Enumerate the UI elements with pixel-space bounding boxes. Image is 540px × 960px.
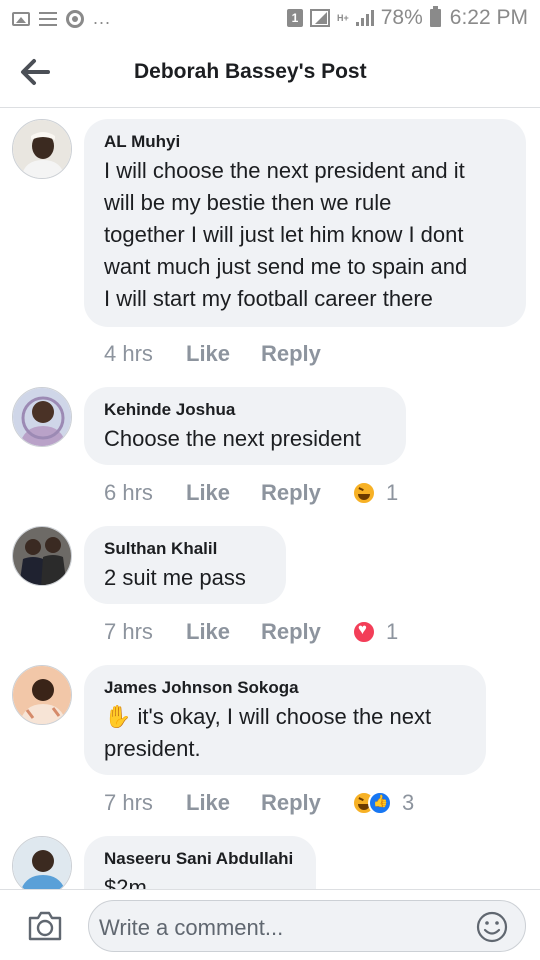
comment-meta: 4 hrs Like Reply	[104, 339, 352, 369]
avatar[interactable]	[12, 387, 72, 447]
wifi-signal-icon	[309, 9, 330, 27]
raised-hand-emoji: ✋	[104, 704, 132, 729]
battery-percentage: 78%	[380, 6, 423, 29]
comment-line: ✋ it's okay, I will choose the next	[104, 704, 432, 729]
comment-timestamp: 7 hrs	[104, 790, 153, 815]
like-button[interactable]: Like	[186, 790, 261, 816]
comment-timestamp: 6 hrs	[104, 480, 153, 505]
clock: 6:22 PM	[449, 6, 528, 29]
reactions-summary[interactable]: 3	[352, 790, 414, 816]
avatar[interactable]	[12, 836, 72, 889]
list-notification-icon	[39, 11, 57, 26]
reply-button[interactable]: Reply	[261, 790, 352, 816]
back-button[interactable]	[14, 54, 54, 90]
comment-text: Choose the next president	[104, 423, 386, 455]
comment-author[interactable]: Kehinde Joshua	[104, 399, 386, 421]
comment-input[interactable]: Write a comment...	[88, 900, 526, 952]
like-button[interactable]: Like	[186, 619, 261, 645]
avatar[interactable]	[12, 119, 72, 179]
love-reaction-icon	[352, 620, 376, 644]
comment-meta: 7 hrs Like Reply 3	[104, 788, 414, 818]
comment-meta: 6 hrs Like Reply 1	[104, 478, 398, 508]
comment-composer: Write a comment...	[0, 889, 540, 960]
haha-reaction-icon	[352, 481, 376, 505]
reactions-summary[interactable]: 1	[352, 480, 398, 506]
battery-icon	[429, 6, 441, 27]
like-button[interactable]: Like	[186, 480, 261, 506]
comment-text: 2 suit me pass	[104, 562, 266, 594]
emoji-button[interactable]	[475, 910, 509, 944]
post-header: Deborah Bassey's Post	[0, 38, 540, 108]
reply-button[interactable]: Reply	[261, 341, 352, 367]
reaction-count: 1	[386, 619, 399, 644]
cell-signal-icon	[355, 10, 374, 26]
comment-author[interactable]: James Johnson Sokoga	[104, 677, 466, 699]
status-bar: ... 1 H+ 78% 6:22 PM	[0, 0, 540, 38]
chrome-notification-icon	[66, 9, 84, 28]
reply-button[interactable]: Reply	[261, 619, 352, 645]
comment-text: $2m	[104, 872, 296, 889]
comment-author[interactable]: AL Muhyi	[104, 131, 506, 153]
comment-text: ✋ it's okay, I will choose the next pres…	[104, 701, 466, 765]
comment-bubble[interactable]: Kehinde Joshua Choose the next president	[84, 387, 406, 465]
comment-bubble[interactable]: Naseeru Sani Abdullahi $2m	[84, 836, 316, 889]
status-bar-system: 1 H+ 78% 6:22 PM	[286, 6, 528, 30]
comment-line: $2m	[104, 875, 147, 889]
gallery-notification-icon	[12, 11, 30, 26]
like-button[interactable]: Like	[186, 341, 261, 367]
page-title: Deborah Bassey's Post	[134, 60, 367, 83]
comments-list: AL Muhyi I will choose the next presiden…	[0, 109, 540, 889]
comment-bubble[interactable]: James Johnson Sokoga ✋ it's okay, I will…	[84, 665, 486, 775]
sim-icon: 1	[286, 9, 303, 27]
comment-meta: 7 hrs Like Reply 1	[104, 617, 398, 647]
avatar[interactable]	[12, 665, 72, 725]
comment-timestamp: 7 hrs	[104, 619, 153, 644]
like-reaction-icon	[368, 791, 392, 815]
status-bar-notifications: ...	[12, 8, 111, 29]
more-notifications-icon: ...	[93, 8, 112, 28]
comment-line: Choose the next president	[104, 426, 361, 451]
profile-photo	[13, 388, 71, 446]
profile-photo	[13, 666, 71, 724]
comment-line: I will start my football career there	[104, 286, 433, 311]
avatar[interactable]	[12, 526, 72, 586]
comment-bubble[interactable]: Sulthan Khalil 2 suit me pass	[84, 526, 286, 604]
network-type-icon: H+	[336, 12, 349, 23]
comment-timestamp: 4 hrs	[104, 341, 153, 366]
back-arrow-icon	[21, 59, 50, 85]
profile-photo	[13, 837, 71, 889]
comment-input-placeholder: Write a comment...	[99, 915, 284, 940]
camera-button[interactable]	[26, 909, 64, 943]
reactions-summary[interactable]: 1	[352, 619, 398, 645]
comment-line: president.	[104, 736, 201, 761]
profile-photo	[13, 527, 71, 585]
camera-icon	[28, 911, 62, 941]
comment-line: 2 suit me pass	[104, 565, 246, 590]
comment-author[interactable]: Naseeru Sani Abdullahi	[104, 848, 296, 870]
smiley-icon	[476, 911, 508, 943]
comment-author[interactable]: Sulthan Khalil	[104, 538, 266, 560]
reply-button[interactable]: Reply	[261, 480, 352, 506]
comment-line: I will choose the next president and it	[104, 158, 465, 183]
profile-photo	[13, 120, 71, 178]
comment-line: want much just send me to spain and	[104, 254, 468, 279]
comment-line: will be my bestie then we rule	[104, 190, 392, 215]
reaction-count: 1	[386, 480, 399, 505]
comment-text: I will choose the next president and it …	[104, 155, 506, 315]
comment-line: together I will just let him know I dont	[104, 222, 464, 247]
reaction-count: 3	[402, 790, 415, 815]
comment-bubble[interactable]: AL Muhyi I will choose the next presiden…	[84, 119, 526, 327]
